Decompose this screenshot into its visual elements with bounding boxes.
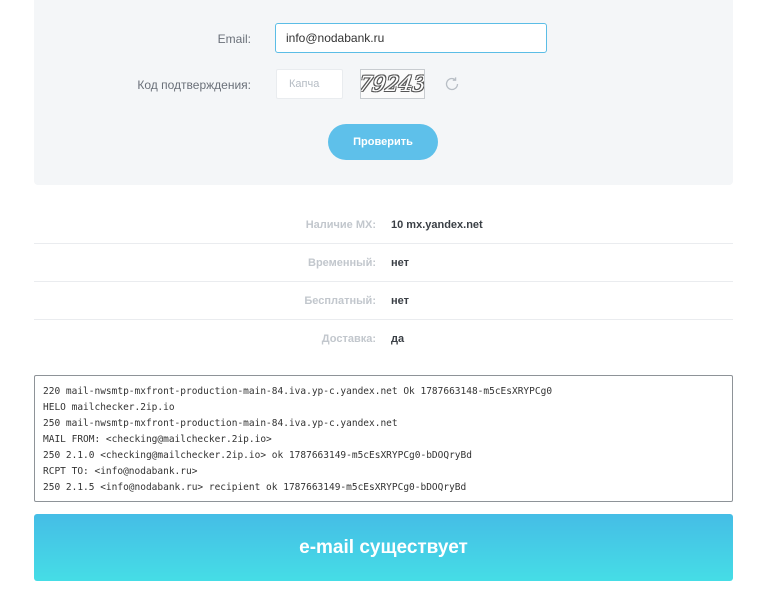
result-row-delivery: Доставка: да [34, 320, 733, 358]
captcha-label: Код подтверждения: [137, 78, 251, 92]
captcha-text: 79243 [360, 72, 425, 96]
result-key: Бесплатный: [304, 295, 376, 307]
log-line: 250 2.1.5 <info@nodabank.ru> recipient o… [43, 482, 467, 493]
captcha-input[interactable] [276, 69, 343, 99]
result-row-temporary: Временный: нет [34, 244, 733, 282]
log-line: 250 2.1.0 <checking@mailchecker.2ip.io> … [43, 450, 472, 461]
result-banner: e-mail существует [34, 514, 733, 581]
email-label: Email: [217, 32, 251, 46]
result-key: Наличие MX: [305, 219, 376, 231]
result-key: Доставка: [321, 333, 376, 345]
refresh-icon-graphic [445, 77, 459, 91]
check-form-panel: Email: Код подтверждения: 79243 Проверит… [34, 0, 733, 185]
result-row-mx: Наличие MX: 10 mx.yandex.net [34, 206, 733, 244]
result-value: 10 mx.yandex.net [391, 219, 483, 231]
email-input[interactable] [275, 23, 547, 53]
log-line: MAIL FROM: <checking@mailchecker.2ip.io> [43, 434, 272, 445]
log-line: 220 mail-nwsmtp-mxfront-production-main-… [43, 386, 553, 397]
smtp-log[interactable]: 220 mail-nwsmtp-mxfront-production-main-… [34, 375, 733, 502]
captcha-image: 79243 [360, 69, 425, 99]
check-button[interactable]: Проверить [328, 124, 438, 160]
result-value: нет [391, 257, 410, 269]
result-banner-text: e-mail существует [299, 536, 468, 558]
results-table: Наличие MX: 10 mx.yandex.net Временный: … [34, 206, 733, 358]
result-row-free: Бесплатный: нет [34, 282, 733, 320]
result-value: нет [391, 295, 410, 307]
log-line: RCPT TO: <info@nodabank.ru> [43, 466, 198, 477]
log-line: HELO mailchecker.2ip.io [43, 402, 175, 413]
result-value: да [391, 333, 405, 345]
log-line: 250 mail-nwsmtp-mxfront-production-main-… [43, 418, 398, 429]
result-key: Временный: [308, 257, 376, 269]
refresh-icon[interactable] [441, 73, 463, 95]
